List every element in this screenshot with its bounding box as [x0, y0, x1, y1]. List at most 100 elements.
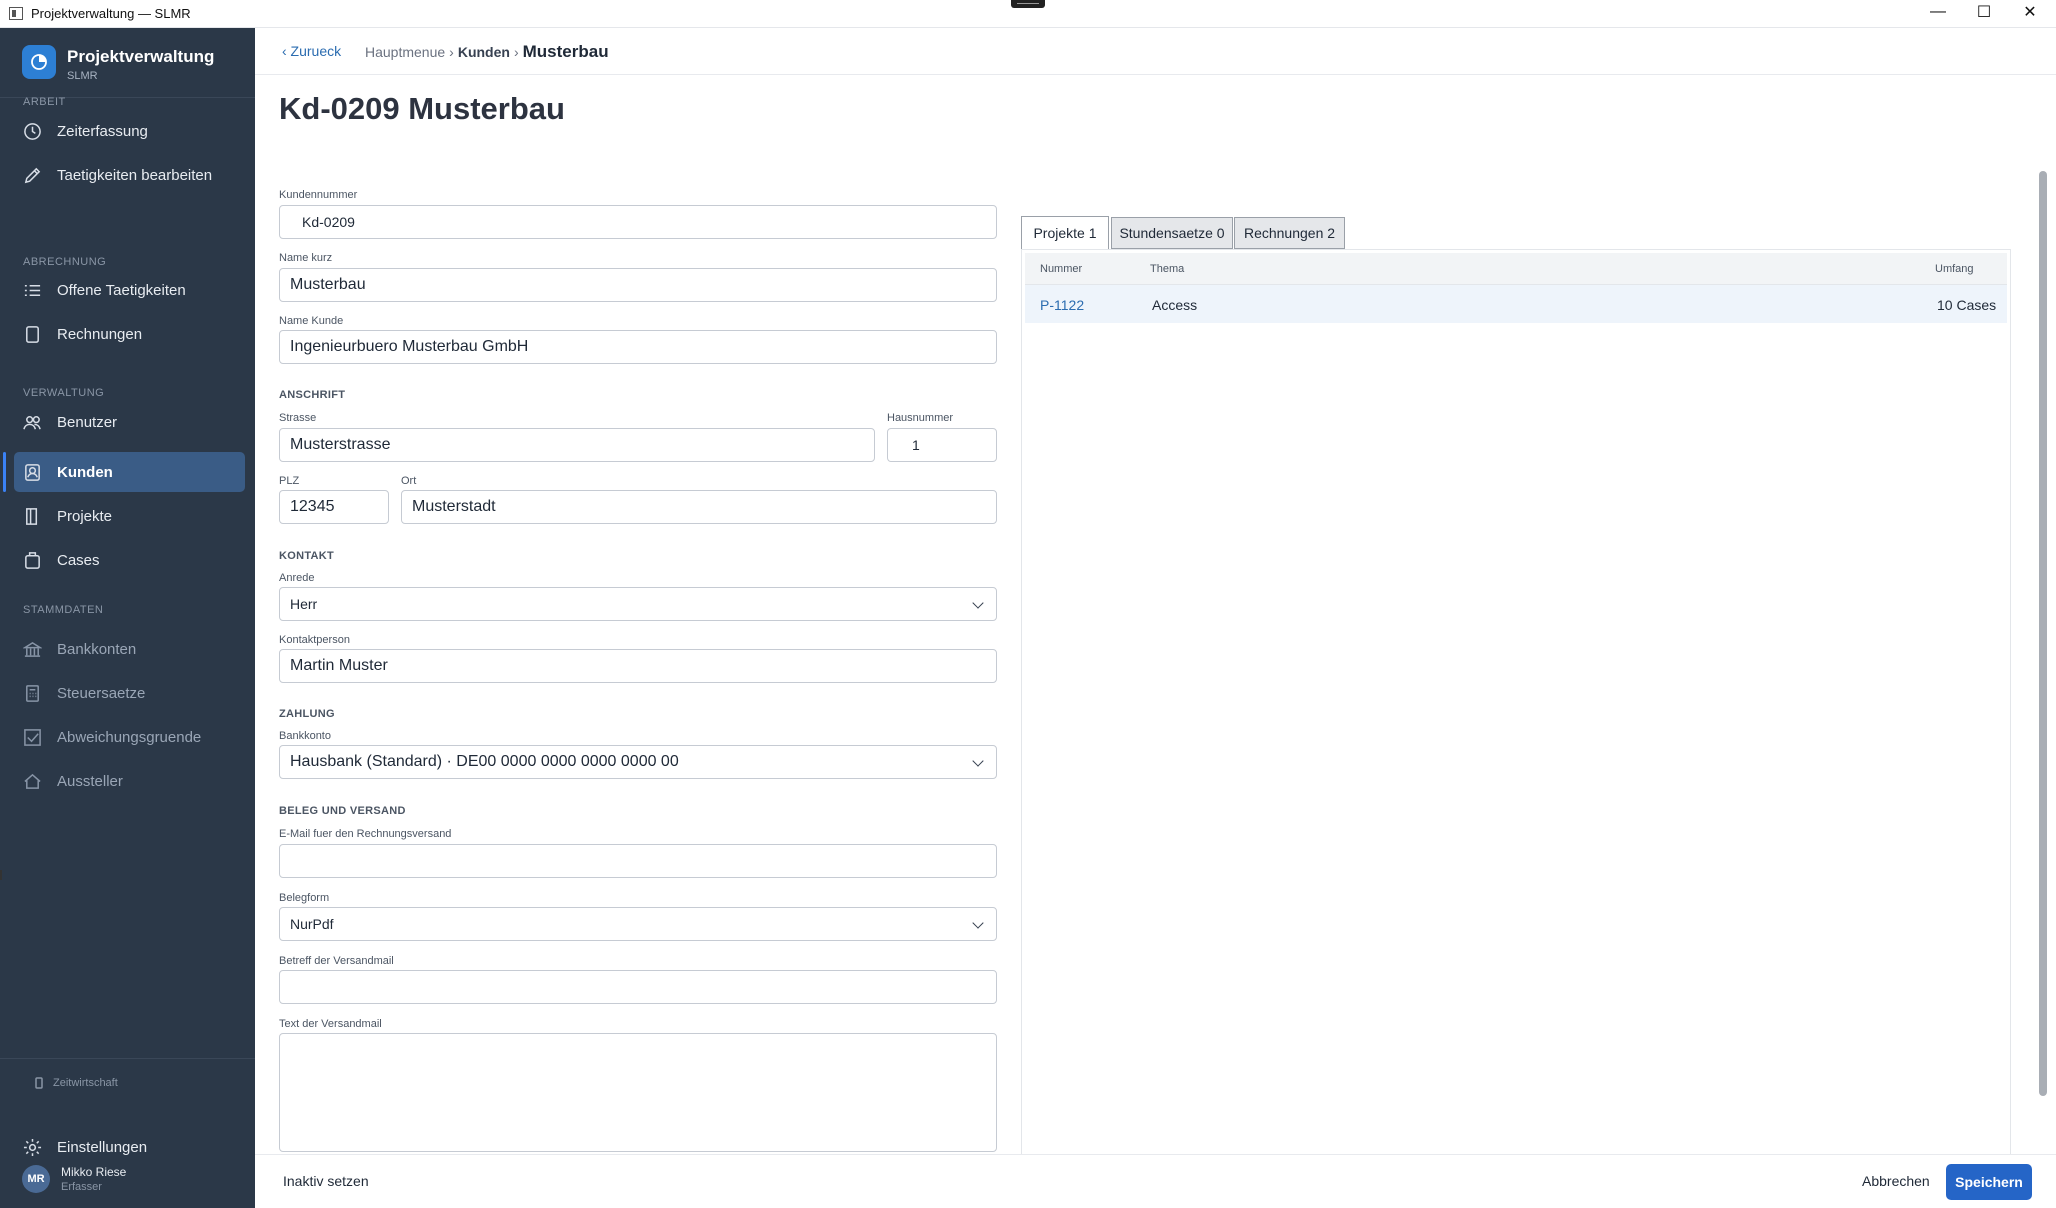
list-icon	[22, 280, 42, 300]
kontaktperson-field[interactable]: Martin Muster	[279, 649, 997, 683]
drag-handle[interactable]	[1011, 0, 1045, 8]
table-row[interactable]: P-1122 Access 10 Cases	[1025, 285, 2007, 323]
belegform-select[interactable]: NurPdf	[279, 907, 997, 941]
text-area[interactable]	[279, 1033, 997, 1152]
sidebar-item-label: Taetigkeiten bearbeiten	[57, 166, 213, 184]
sidebar-divider	[0, 1058, 255, 1059]
sidebar-item-label: Aussteller	[57, 772, 123, 790]
ort-label: Ort	[401, 475, 417, 487]
bank-icon	[22, 639, 42, 659]
sidebar-item-label: Zeiterfassung	[57, 122, 148, 140]
page-title: Kd-0209 Musterbau	[279, 91, 565, 126]
sidebar-item-taetigkeiten-bearbeiten[interactable]: Taetigkeiten bearbeiten	[14, 155, 245, 195]
tab-stundensaetze[interactable]: Stundensaetze 0	[1111, 217, 1233, 249]
sidebar-item-aussteller[interactable]: Aussteller	[14, 761, 245, 801]
sidebar-item-rechnungen[interactable]: Rechnungen	[14, 314, 245, 354]
sidebar-item-einstellungen[interactable]: Einstellungen	[14, 1127, 245, 1167]
hausnummer-field[interactable]: 1	[887, 428, 997, 462]
close-window-button[interactable]: ✕	[2007, 0, 2053, 24]
sidebar-item-kunden[interactable]: Kunden	[14, 452, 245, 492]
bankkonto-select[interactable]: Hausbank (Standard) · DE00 0000 0000 000…	[279, 745, 997, 779]
name-kurz-field[interactable]: Musterbau	[279, 268, 997, 302]
sidebar-item-label: Abweichungsgruende	[57, 728, 202, 746]
sidebar: Projektverwaltung SLMR ARBEIT Zeiterfass…	[0, 28, 255, 1208]
breadcrumb-parent[interactable]: Kunden	[458, 44, 510, 60]
sidebar-item-offene-taetigkeiten[interactable]: Offene Taetigkeiten	[14, 270, 245, 310]
tab-rechnungen[interactable]: Rechnungen 2	[1234, 217, 1345, 249]
user-role: Erfasser	[61, 1181, 102, 1193]
gear-icon	[22, 1137, 42, 1157]
window-titlebar: Projektverwaltung — SLMR — ☐ ✕	[0, 0, 2056, 28]
app-subtitle: SLMR	[67, 70, 98, 82]
back-link[interactable]: ‹ Zurueck	[282, 43, 341, 59]
app-logo-icon	[22, 45, 56, 79]
sidebar-item-benutzer[interactable]: Benutzer	[14, 402, 245, 442]
footer-info: Zeitwirtschaft	[33, 1077, 118, 1089]
kundennummer-label: Kundennummer	[279, 189, 358, 201]
belegform-label: Belegform	[279, 892, 330, 904]
scrollbar[interactable]	[2039, 171, 2047, 1096]
strasse-field[interactable]: Musterstrasse	[279, 428, 875, 462]
sidebar-item-label: Einstellungen	[57, 1138, 148, 1156]
column-header-thema[interactable]: Thema	[1150, 263, 1184, 275]
pencil-icon	[22, 165, 42, 185]
projects-panel: Nummer Thema Umfang P-1122 Access 10 Cas…	[1021, 249, 2011, 1184]
app-name: Projektverwaltung	[67, 47, 215, 66]
app-window-icon	[9, 7, 23, 20]
clipboard-icon	[22, 550, 42, 570]
users-icon	[22, 412, 42, 432]
window-title: Projektverwaltung — SLMR	[31, 6, 191, 21]
sidebar-item-steuersaetze[interactable]: Steuersaetze	[14, 673, 245, 713]
section-label-stammdaten: STAMMDATEN	[23, 604, 104, 616]
breadcrumb-current: Musterbau	[522, 42, 609, 61]
sidebar-item-projekte[interactable]: Projekte	[14, 496, 245, 536]
checkbox-icon	[22, 727, 42, 747]
breadcrumb-separator: ›	[449, 44, 454, 60]
kundennummer-field[interactable]: Kd-0209	[279, 205, 997, 239]
sidebar-item-bankkonten[interactable]: Bankkonten	[14, 629, 245, 669]
anrede-select[interactable]: Herr	[279, 587, 997, 621]
sidebar-item-label: Rechnungen	[57, 325, 143, 343]
tab-projekte[interactable]: Projekte 1	[1021, 216, 1109, 250]
book-icon	[22, 506, 42, 526]
section-label-arbeit: ARBEIT	[23, 96, 66, 108]
sidebar-item-label: Cases	[57, 551, 100, 569]
project-scope: 10 Cases	[1937, 297, 1997, 313]
name-kurz-label: Name kurz	[279, 252, 333, 264]
inaktiv-setzen-button[interactable]: Inaktiv setzen	[283, 1173, 369, 1189]
cancel-button[interactable]: Abbrechen	[1862, 1173, 1930, 1189]
topbar: ‹ Zurueck Hauptmenue › Kunden › Musterba…	[255, 28, 2056, 75]
user-profile[interactable]: MR Mikko Riese Erfasser	[22, 1165, 126, 1193]
sidebar-item-cases[interactable]: Cases	[14, 540, 245, 580]
breadcrumb: Hauptmenue › Kunden › Musterbau	[365, 42, 609, 62]
project-number[interactable]: P-1122	[1040, 297, 1084, 313]
save-button[interactable]: Speichern	[1946, 1164, 2032, 1200]
betreff-label: Betreff der Versandmail	[279, 955, 394, 967]
ort-field[interactable]: Musterstadt	[401, 490, 997, 524]
maximize-button[interactable]: ☐	[1961, 0, 2007, 24]
column-header-nummer[interactable]: Nummer	[1040, 263, 1082, 275]
sidebar-item-label: Offene Taetigkeiten	[57, 281, 186, 299]
sidebar-item-zeiterfassung[interactable]: Zeiterfassung	[14, 111, 245, 151]
minimize-button[interactable]: —	[1915, 0, 1961, 24]
betreff-field[interactable]	[279, 970, 997, 1004]
section-label-abrechnung: ABRECHNUNG	[23, 256, 107, 268]
email-field[interactable]	[279, 844, 997, 878]
sidebar-item-label: Kunden	[57, 463, 113, 481]
column-header-umfang[interactable]: Umfang	[1935, 263, 1974, 275]
strasse-label: Strasse	[279, 412, 317, 424]
active-indicator	[3, 452, 6, 492]
clock-icon	[22, 121, 42, 141]
plz-field[interactable]: 12345	[279, 490, 389, 524]
breadcrumb-separator: ›	[513, 44, 519, 60]
anschrift-group-label: ANSCHRIFT	[279, 389, 346, 401]
name-kunde-field[interactable]: Ingenieurbuero Musterbau GmbH	[279, 330, 997, 364]
breadcrumb-root[interactable]: Hauptmenue	[365, 44, 445, 60]
table-header: Nummer Thema Umfang	[1025, 253, 2007, 285]
timer-icon	[35, 1077, 43, 1089]
section-label-verwaltung: VERWALTUNG	[23, 387, 105, 399]
sidebar-item-abweichungsgruende[interactable]: Abweichungsgruende	[14, 717, 245, 757]
zahlung-group-label: ZAHLUNG	[279, 708, 335, 720]
text-label: Text der Versandmail	[279, 1018, 382, 1030]
window-edge-marker	[0, 870, 4, 880]
